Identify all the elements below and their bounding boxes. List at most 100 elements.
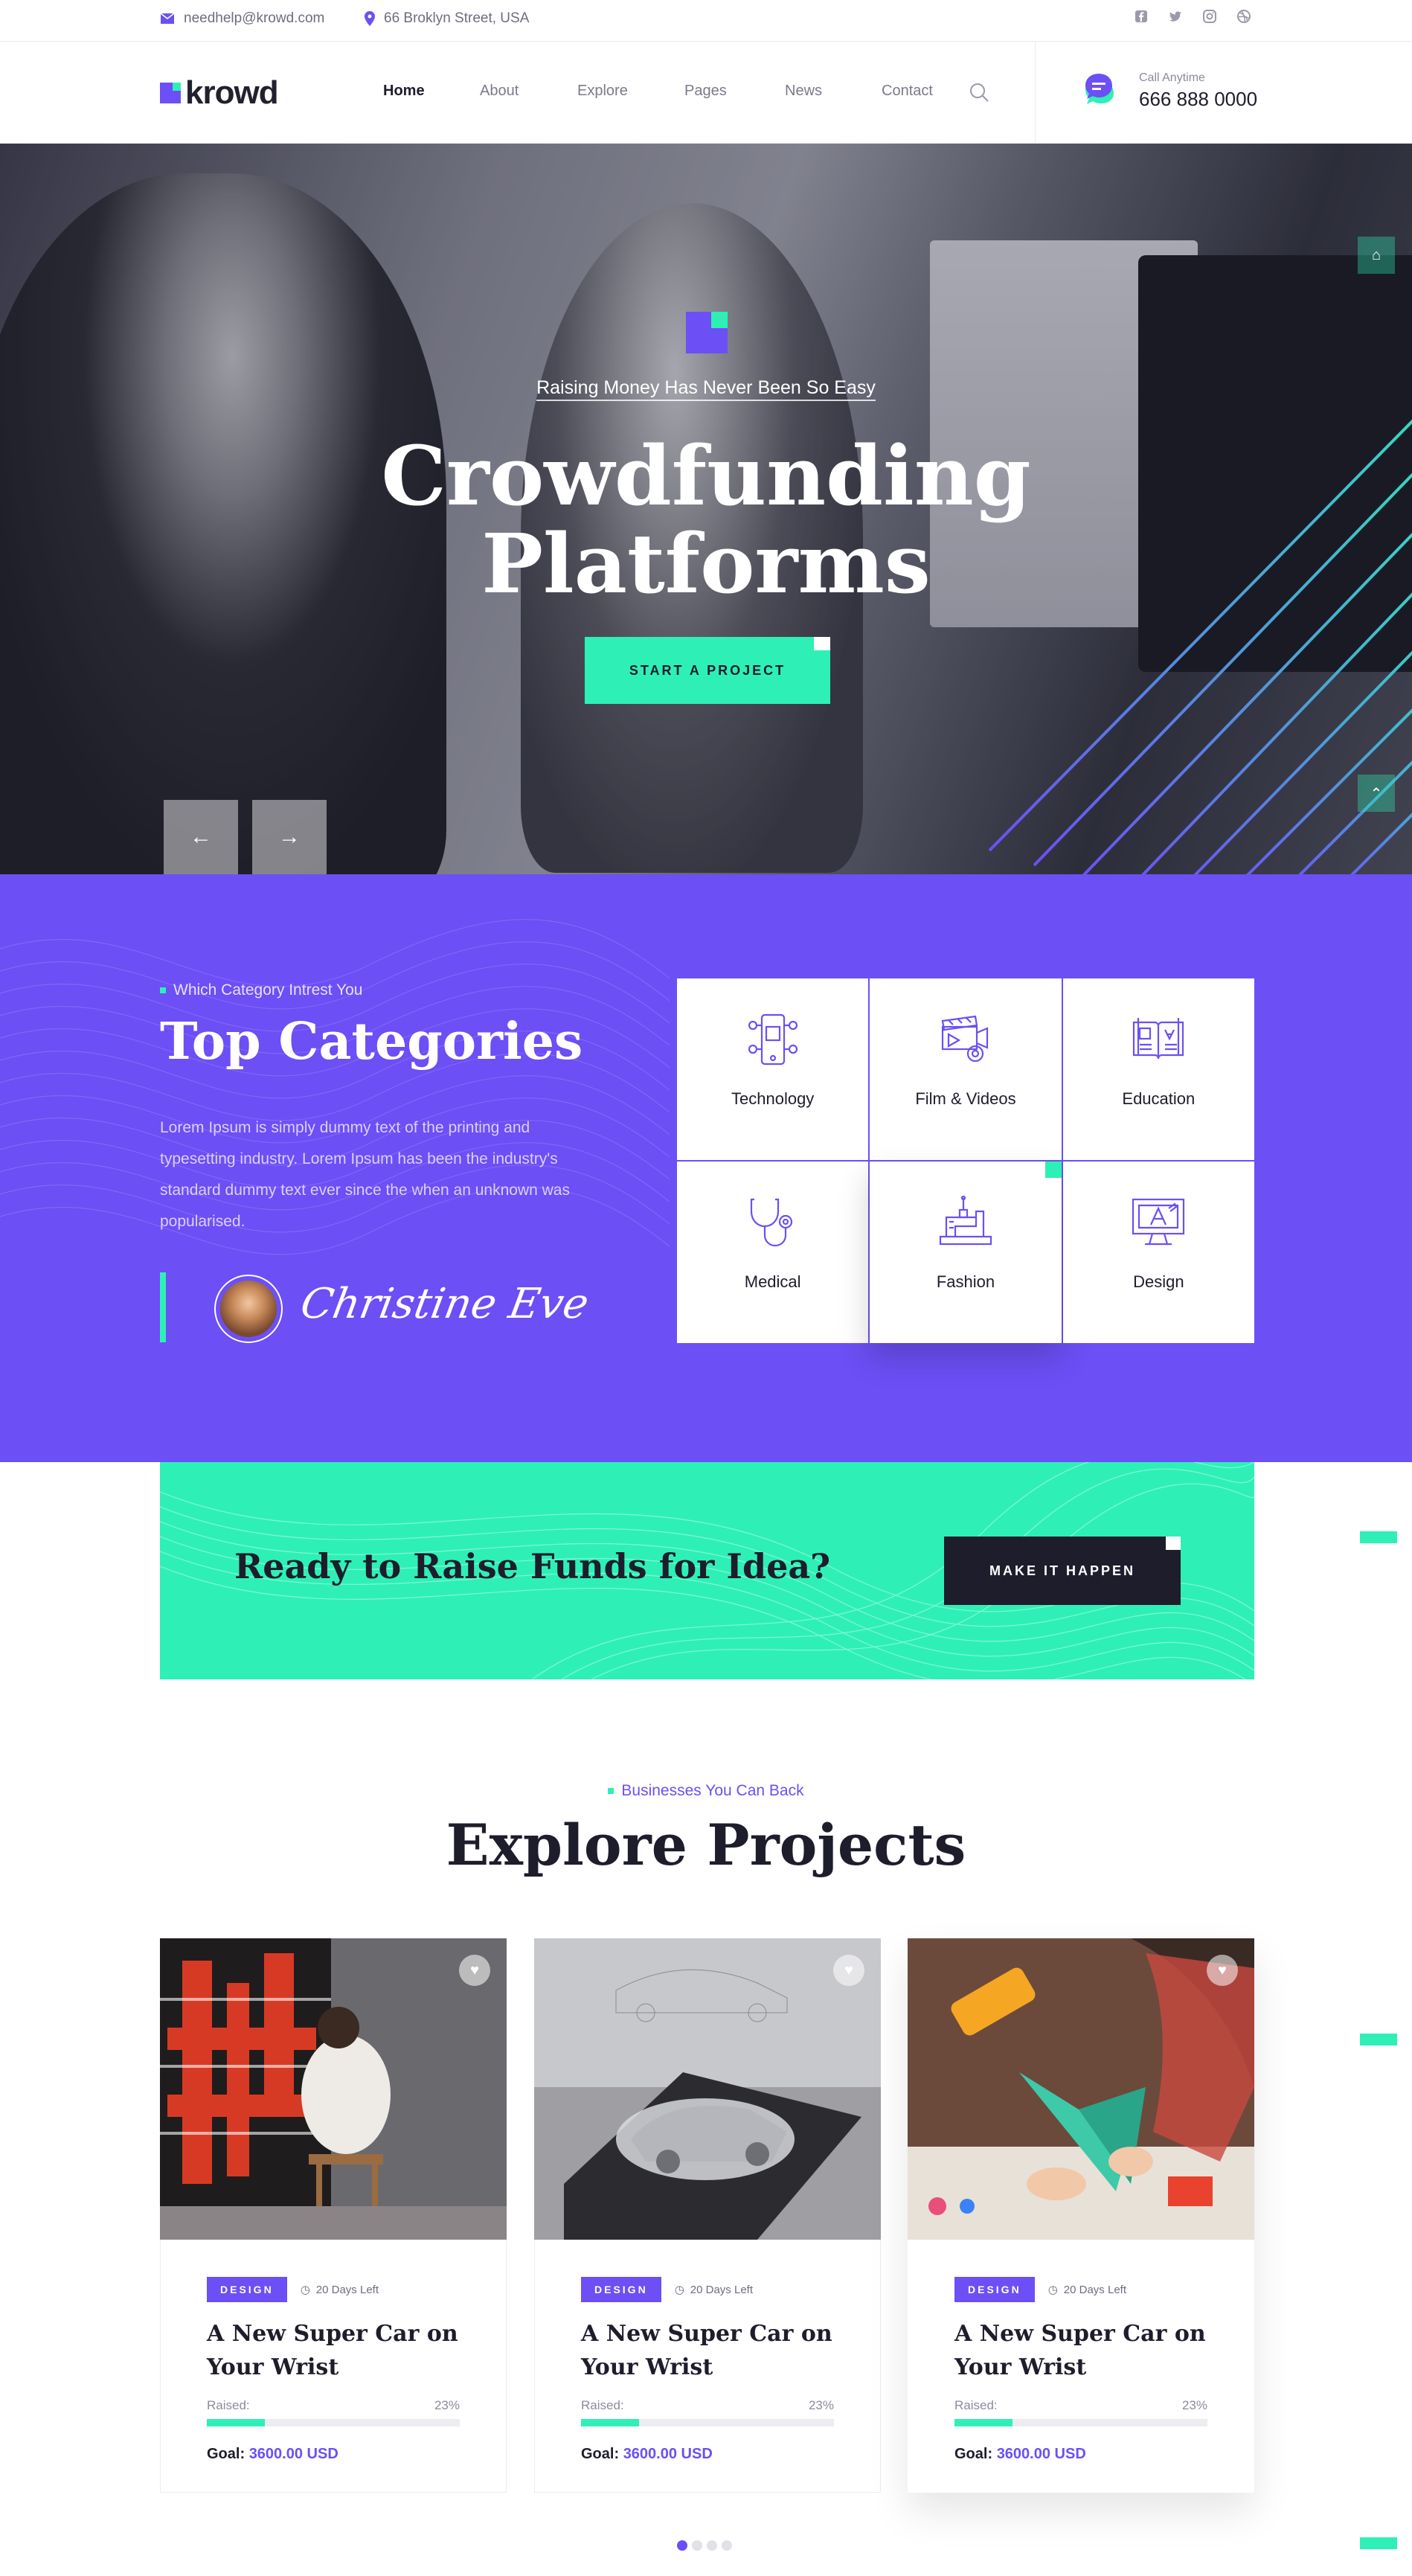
arrow-right-icon: → [278,824,301,849]
email-contact[interactable]: needhelp@krowd.com [160,10,324,27]
project-title[interactable]: A New Super Car on Your Wrist [954,2317,1207,2384]
top-bar: needhelp@krowd.com 66 Broklyn Street, US… [0,0,1412,42]
call-number: 666 888 0000 [1139,88,1258,110]
arrow-left-icon: ← [190,824,212,849]
category-education[interactable]: Education [1062,978,1254,1160]
book-icon [1133,1018,1184,1060]
technology-icon [748,1013,798,1066]
carousel-dot[interactable] [707,2540,717,2551]
sewing-machine-icon [939,1195,992,1246]
goal: Goal: 3600.00 USD [581,2446,713,2462]
raised-label: Raised: [954,2398,998,2412]
projects-title: Explore Projects [446,1812,966,1878]
signature: Christine Eve [297,1280,593,1328]
instagram-icon[interactable] [1202,9,1217,24]
raised-percent: 23% [808,2398,834,2412]
project-card[interactable]: ♥ DESIGN ◷ 20 Days Left A New Super Car o… [534,1938,881,2493]
category-label: Medical [744,1272,801,1291]
favorite-button[interactable]: ♥ [459,1955,490,1986]
start-project-button[interactable]: START A PROJECT [585,637,830,704]
project-image: ♥ [534,1938,881,2240]
category-label: Fashion [936,1272,995,1291]
progress-fill [207,2419,266,2426]
search-icon [970,83,989,102]
project-image: ♥ [160,1938,507,2240]
facebook-icon[interactable] [1134,9,1149,24]
prev-slide-button[interactable]: ← [164,800,238,874]
category-label: Design [1133,1272,1184,1291]
progress-fill [581,2419,640,2426]
project-card[interactable]: ♥ DESIGN ◷ 20 Days Left A New Super Car o… [160,1938,507,2493]
category-fashion[interactable]: Fashion [870,1162,1062,1343]
accent-bar [160,1272,166,1342]
carousel-dot[interactable] [692,2540,702,2551]
goal-value: 3600.00 USD [996,2446,1086,2462]
hero-title-line2: Platforms [481,516,931,612]
header-divider [1035,42,1036,144]
category-technology[interactable]: Technology [677,978,869,1160]
category-badge[interactable]: DESIGN [954,2277,1035,2302]
twitter-icon[interactable] [1168,9,1183,24]
logo[interactable]: krowd [160,74,279,112]
raise-funds-banner: Ready to Raise Funds for Idea? MAKE IT H… [160,1462,1254,1679]
category-badge[interactable]: DESIGN [207,2277,287,2302]
mail-icon [160,13,175,24]
carousel-dot[interactable] [677,2540,687,2551]
category-label: Film & Videos [915,1089,1016,1108]
favorite-button[interactable]: ♥ [833,1955,864,1986]
side-home-button[interactable]: ⌂ [1358,237,1395,274]
carousel-dots [677,2540,732,2551]
dribbble-icon[interactable] [1236,9,1251,24]
hero-logo-icon [686,312,728,353]
clock-icon: ◷ [1047,2284,1058,2296]
hero-slider: Raising Money Has Never Been So Easy Cro… [0,144,1412,874]
address-contact: 66 Broklyn Street, USA [365,10,529,27]
chevron-up-icon: ⌃ [1370,785,1383,802]
nav-news[interactable]: News [785,83,882,100]
category-film-videos[interactable]: Film & Videos [870,978,1062,1160]
days-left: ◷ 20 Days Left [1047,2283,1126,2297]
nav-pages[interactable]: Pages [684,83,785,100]
categories-description: Lorem Ipsum is simply dummy text of the … [160,1119,570,1230]
raised-percent: 23% [1181,2398,1207,2412]
category-label: Technology [731,1089,815,1108]
hero-title: Crowdfunding Platforms [0,432,1412,608]
hero-subtitle: Raising Money Has Never Been So Easy [0,377,1412,401]
category-design[interactable]: Design [1062,1162,1254,1343]
social-links [1134,9,1251,24]
make-it-happen-button[interactable]: MAKE IT HAPPEN [944,1537,1181,1605]
stethoscope-icon [750,1198,792,1247]
goal: Goal: 3600.00 USD [207,2446,338,2462]
nav-explore[interactable]: Explore [577,83,684,100]
heart-icon: ♥ [1218,1961,1227,1979]
raise-title: Ready to Raise Funds for Idea? [234,1546,831,1586]
nav-contact[interactable]: Contact [882,83,933,100]
project-title[interactable]: A New Super Car on Your Wrist [581,2317,834,2384]
carousel-dot[interactable] [722,2540,732,2551]
avatar [214,1275,283,1343]
scroll-top-button[interactable]: ⌃ [1358,775,1395,812]
category-label: Education [1122,1089,1196,1108]
call-anytime[interactable]: Call Anytime 666 888 0000 [1082,71,1257,111]
category-medical[interactable]: Medical [677,1162,869,1343]
search-button[interactable] [969,82,989,106]
days-left: ◷ 20 Days Left [300,2283,379,2297]
call-label: Call Anytime [1139,71,1205,84]
location-pin-icon [365,11,375,26]
categories-title: Top Categories [160,1012,583,1071]
design-monitor-icon [1132,1198,1185,1246]
film-camera-icon [941,1015,989,1063]
raised-label: Raised: [207,2398,250,2412]
favorite-button[interactable]: ♥ [1207,1955,1238,1986]
raised-label: Raised: [581,2398,624,2412]
chat-bubble-icon [1085,73,1114,104]
next-slide-button[interactable]: → [252,800,327,874]
project-title[interactable]: A New Super Car on Your Wrist [207,2317,460,2384]
project-card[interactable]: ♥ DESIGN ◷ 20 Days Left A New Super Car o… [908,1938,1254,2493]
progress-bar [954,2419,1207,2426]
nav-home[interactable]: Home [383,83,480,100]
goal-value: 3600.00 USD [248,2446,338,2462]
heart-icon: ♥ [844,1961,853,1979]
category-badge[interactable]: DESIGN [581,2277,661,2302]
nav-about[interactable]: About [480,83,577,100]
